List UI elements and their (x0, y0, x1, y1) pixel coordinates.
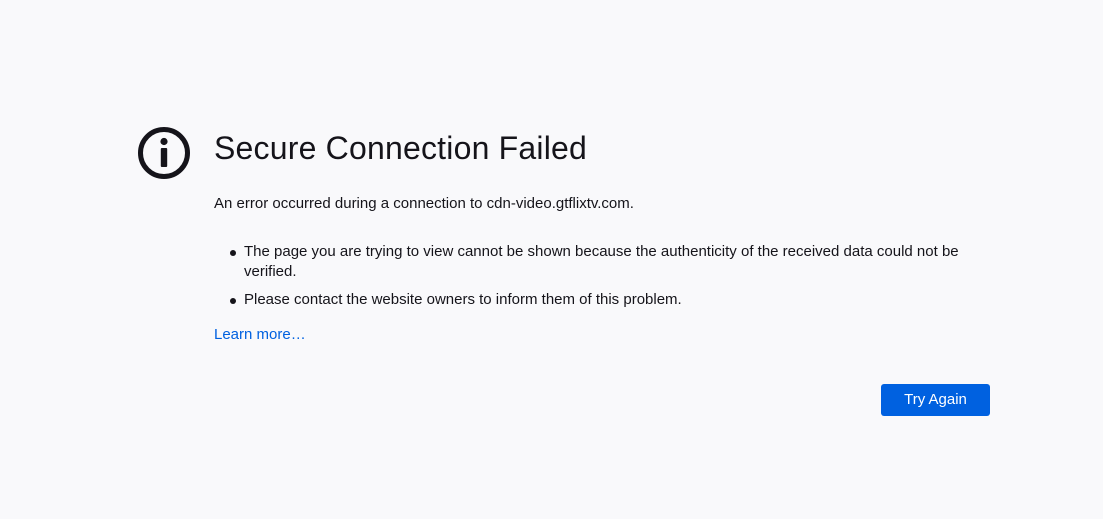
learn-more-link[interactable]: Learn more… (214, 325, 306, 345)
error-page: Secure Connection Failed An error occurr… (0, 0, 1103, 519)
try-again-button[interactable]: Try Again (881, 384, 990, 416)
page-title: Secure Connection Failed (214, 130, 588, 166)
error-details-list: The page you are trying to view cannot b… (214, 242, 990, 310)
info-icon (138, 127, 190, 179)
list-item: Please contact the website owners to inf… (230, 290, 990, 310)
error-content: Secure Connection Failed An error occurr… (214, 128, 990, 345)
list-item: The page you are trying to view cannot b… (230, 242, 990, 282)
error-description: An error occurred during a connection to… (214, 195, 634, 212)
